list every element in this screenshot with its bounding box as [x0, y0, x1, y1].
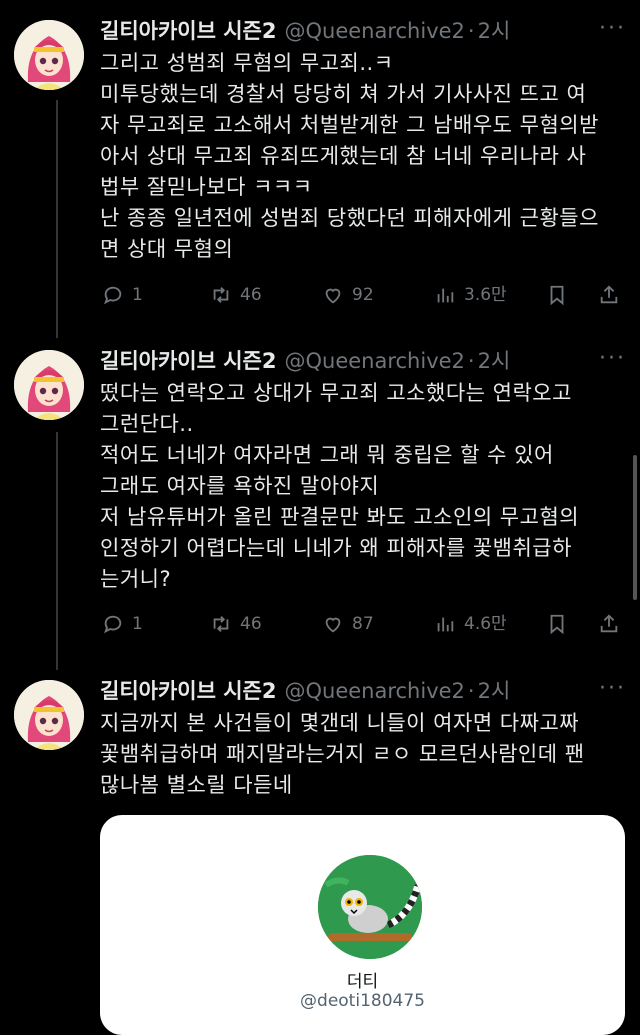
tweet[interactable]: 길티아카이브 시즌2 @Queenarchive2 · 2시 ··· 그리고 성범죄 …: [0, 16, 640, 326]
bookmark-icon: [550, 285, 564, 306]
display-name[interactable]: 길티아카이브 시즌2: [100, 679, 276, 703]
more-icon[interactable]: ···: [599, 348, 626, 370]
views-button[interactable]: 3.6만: [434, 280, 507, 310]
separator-dot: ·: [467, 19, 475, 43]
share-button[interactable]: [598, 609, 628, 639]
reply-icon: [103, 615, 122, 634]
share-icon: [600, 614, 618, 633]
tweet-actions: 1 46 92 3.6만: [100, 280, 628, 310]
user-handle[interactable]: @Queenarchive2: [284, 19, 464, 43]
view-count: 3.6만: [464, 285, 507, 305]
display-name[interactable]: 길티아카이브 시즌2: [100, 349, 276, 373]
avatar-image: [14, 20, 84, 90]
like-button[interactable]: 87: [322, 609, 374, 639]
retweet-count: 46: [240, 285, 262, 305]
user-handle[interactable]: @Queenarchive2: [284, 679, 464, 703]
user-handle[interactable]: @Queenarchive2: [284, 349, 464, 373]
avatar[interactable]: [14, 680, 84, 750]
share-icon: [600, 285, 618, 304]
tweet-actions: 1 46 87 4.6만: [100, 609, 628, 639]
heart-icon: [325, 288, 341, 304]
tweet-header: 길티아카이브 시즌2 @Queenarchive2 · 2시: [100, 676, 596, 706]
avatar[interactable]: [14, 350, 84, 420]
retweet-icon: [213, 287, 229, 303]
retweet-count: 46: [240, 614, 262, 634]
card-display-name: 더티: [346, 972, 379, 992]
tweet-text: 그리고 성범죄 무혐의 무고죄..ㅋ 미투당했는데 경찰서 당당히 쳐 가서 기…: [100, 51, 599, 261]
card-user-handle: @deoti180475: [300, 991, 425, 1011]
reply-count: 1: [132, 285, 143, 305]
views-icon: [437, 617, 454, 632]
retweet-button[interactable]: 46: [210, 609, 262, 639]
view-count: 4.6만: [464, 614, 507, 634]
lemur-avatar-image: [318, 855, 422, 959]
scrollbar[interactable]: [633, 455, 637, 600]
tweet-text: 지금까지 본 사건들이 몇갠데 니들이 여자면 다짜고짜 꽃뱀취급하며 패지말라…: [100, 711, 585, 797]
more-icon[interactable]: ···: [599, 18, 626, 40]
views-icon: [437, 288, 454, 303]
reply-button[interactable]: 1: [102, 280, 143, 310]
views-button[interactable]: 4.6만: [434, 609, 507, 639]
timestamp[interactable]: 2시: [478, 19, 511, 43]
avatar[interactable]: [14, 20, 84, 90]
share-button[interactable]: [598, 280, 628, 310]
avatar-image: [14, 680, 84, 750]
retweet-icon: [213, 616, 229, 632]
embedded-card[interactable]: 더티 @deoti180475: [100, 815, 625, 1035]
bookmark-icon: [550, 614, 564, 635]
tweet-text: 떴다는 연락오고 상대가 무고죄 고소했다는 연락오고 그런단다.. 적어도 너…: [100, 381, 580, 591]
retweet-button[interactable]: 46: [210, 280, 262, 310]
tweet-header: 길티아카이브 시즌2 @Queenarchive2 · 2시: [100, 16, 596, 46]
timestamp[interactable]: 2시: [478, 679, 511, 703]
tweet[interactable]: 길티아카이브 시즌2 @Queenarchive2 · 2시 ··· 떴다는 연락오고…: [0, 346, 640, 656]
separator-dot: ·: [467, 349, 475, 373]
like-count: 92: [352, 285, 374, 305]
tweet-header: 길티아카이브 시즌2 @Queenarchive2 · 2시: [100, 346, 596, 376]
like-count: 87: [352, 614, 374, 634]
separator-dot: ·: [467, 679, 475, 703]
reply-icon: [103, 286, 122, 305]
like-button[interactable]: 92: [322, 280, 374, 310]
reply-count: 1: [132, 614, 143, 634]
bookmark-button[interactable]: [546, 280, 576, 310]
heart-icon: [325, 617, 341, 633]
timestamp[interactable]: 2시: [478, 349, 511, 373]
display-name[interactable]: 길티아카이브 시즌2: [100, 19, 276, 43]
bookmark-button[interactable]: [546, 609, 576, 639]
more-icon[interactable]: ···: [599, 678, 626, 700]
avatar-image: [14, 350, 84, 420]
card-avatar: [318, 855, 422, 959]
reply-button[interactable]: 1: [102, 609, 143, 639]
